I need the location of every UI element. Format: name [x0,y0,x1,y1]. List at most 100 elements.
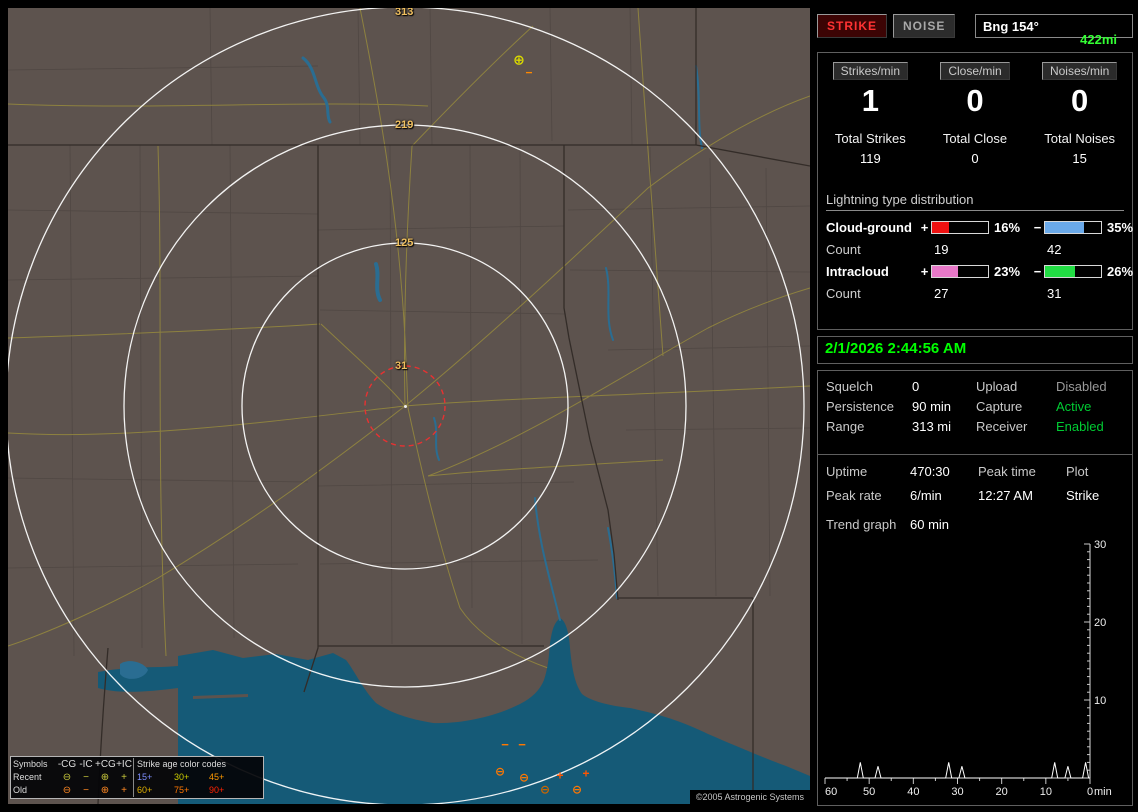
squelch-label: Squelch [826,379,873,394]
uptime-value: 470:30 [910,464,950,479]
x-tick-label: 50 [863,786,875,798]
x-tick-label: 0 [1087,786,1093,798]
cg-minus-count: 42 [1047,241,1062,257]
strike-marker: − [501,736,509,752]
x-tick-label: 40 [907,786,919,798]
cg-minus-pct: 35% [1107,219,1134,235]
plot-label: Plot [1066,464,1089,479]
peak-rate-value: 6/min [910,488,942,503]
total-noises-label: Total Noises [1044,130,1116,146]
upload-status: Disabled [1056,379,1107,394]
ic-minus-bar [1044,264,1102,278]
uptime-label: Uptime [826,464,868,479]
peak-time-label: Peak time [978,464,1036,479]
pos-ic-recent-icon: + [121,772,127,783]
receiver-status: Enabled [1056,419,1104,434]
strike-marker: ⊖ [539,782,551,797]
trend-axes [825,544,1091,779]
ic-plus-count: 27 [934,285,949,301]
trend-series-strike [825,762,1090,779]
x-tick-label: 10 [1040,786,1052,798]
cg-minus-bar [1044,220,1102,234]
bearing-readout: Bng 154° 422mi [975,14,1133,47]
strikes-per-min-value: 1 [861,83,879,118]
strike-marker: + [556,768,564,783]
rate-counters: Strikes/min 1 Total Strikes 119 Close/mi… [818,53,1132,166]
capture-label: Capture [976,399,1023,414]
sidebar: STRIKE NOISE Bng 154° 422mi Strikes/min … [815,0,1138,812]
noises-per-min-value: 0 [1071,83,1089,118]
datetime-panel: 2/1/2026 2:44:56 AM [817,336,1133,364]
peak-rate-label: Peak rate [826,488,882,503]
legend-age-header: Strike age color codes [133,758,243,771]
noise-mode-button[interactable]: NOISE [893,14,956,38]
strike-marker: ⊕ [513,51,525,68]
range-ring-label: 125 [395,237,414,249]
age-75: 75+ [174,785,190,795]
pos-ic-old-icon: + [121,785,127,796]
cg-plus-count: 19 [934,241,949,257]
count-label: Count [826,285,861,301]
mode-toolbar: STRIKE NOISE Bng 154° 422mi [817,14,1133,47]
stats-panel: Strikes/min 1 Total Strikes 119 Close/mi… [817,52,1133,330]
x-tick-label: 30 [951,786,963,798]
minus-sign: − [1033,219,1042,235]
settings-row: Range 313 mi Receiver Enabled [818,417,1132,437]
plus-sign: + [920,263,929,279]
squelch-value: 0 [912,379,920,394]
plus-sign: + [920,219,929,235]
strike-marker: − [518,736,526,752]
noises-per-min-label: Noises/min [1041,62,1118,80]
x-unit-label: min [1094,786,1112,798]
persistence-label: Persistence [826,399,894,414]
age-60: 60+ [133,784,173,797]
strike-mode-button[interactable]: STRIKE [817,14,888,38]
intracloud-count-row: Count 27 31 [826,286,1124,301]
peak-time-value: 12:27 AM [978,488,1033,503]
total-close-value: 0 [971,150,979,166]
legend-row-recent: Recent [13,772,42,782]
x-tick-label: 60 [825,786,837,798]
strikes-per-min-label: Strikes/min [832,62,908,80]
intracloud-label: Intracloud [826,263,889,279]
legend-symbols-header: Symbols [13,759,48,769]
intracloud-row: Intracloud + 23% − 26% [826,263,1133,279]
settings-row: Squelch 0 Upload Disabled [818,377,1132,397]
settings-panel: Squelch 0 Upload Disabled Persistence 90… [817,370,1133,460]
trend-graph-label: Trend graph [826,517,897,532]
neg-ic-recent-icon: − [83,772,89,783]
app-window: 313 219 125 31 ⊕ − − − ⊖ ⊖ ⊖ + ⊖ + Symbols -CG -IC +… [0,0,1138,812]
ic-plus-pct: 23% [994,263,1021,279]
x-tick-label: 20 [996,786,1008,798]
range-ring-label: 219 [395,119,414,131]
settings-row: Persistence 90 min Capture Active [818,397,1132,417]
status-row: Uptime 470:30 Peak time Plot [818,464,1132,479]
total-strikes-label: Total Strikes [834,130,906,146]
ic-plus-bar [931,264,989,278]
cloud-ground-row: Cloud-ground + 16% − 35% [826,219,1133,235]
strike-marker: ⊖ [518,770,530,785]
y-tick-label: 30 [1094,539,1106,551]
receiver-location-dot [404,405,407,408]
persistence-value: 90 min [912,399,952,414]
cloud-ground-count-row: Count 19 42 [826,242,1124,257]
range-label: Range [826,419,865,434]
legend-col-neg-cg: -CG [57,759,77,770]
count-label: Count [826,241,861,257]
close-per-min-label: Close/min [940,62,1010,80]
close-per-min-value: 0 [966,83,984,118]
lightning-map[interactable]: 313 219 125 31 ⊕ − − − ⊖ ⊖ ⊖ + ⊖ + Symbols -CG -IC +… [8,8,810,804]
receiver-label: Receiver [976,419,1028,434]
lightning-type-distribution: Lightning type distribution Cloud-ground… [818,192,1133,301]
cg-plus-pct: 16% [994,219,1021,235]
y-tick-label: 10 [1094,695,1106,707]
age-45: 45+ [209,772,225,782]
map-legend: Symbols -CG -IC +CG +IC Strike age color… [10,756,264,799]
strikes-column: Strikes/min 1 Total Strikes 119 [818,62,923,166]
neg-cg-recent-icon: ⊖ [62,772,72,783]
legend-col-pos-ic: +IC [116,759,132,770]
age-30: 30+ [174,772,190,782]
range-ring-label: 313 [395,8,414,18]
pos-cg-recent-icon: ⊕ [100,772,110,783]
cg-plus-bar [931,220,989,234]
